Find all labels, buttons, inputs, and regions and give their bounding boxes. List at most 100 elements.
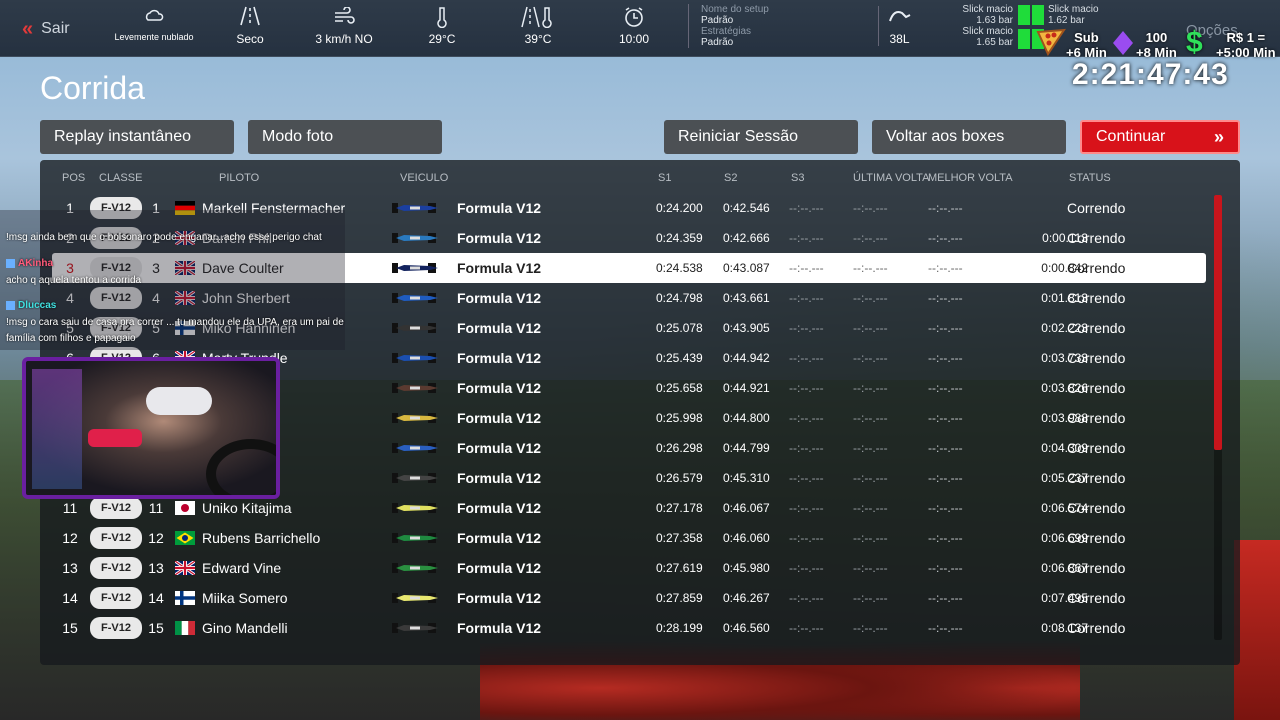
cloud-icon	[108, 6, 200, 32]
best-lap-time: --:--.---	[928, 351, 963, 365]
continue-button[interactable]: Continuar »	[1080, 120, 1240, 154]
header-driver[interactable]: PILOTO	[219, 172, 259, 184]
chat-badge-icon	[6, 300, 15, 310]
formula-car-icon	[392, 203, 438, 213]
driver-status: Correndo	[1067, 380, 1126, 396]
vehicle-name: Formula V12	[457, 470, 542, 486]
track-temperature-icon	[508, 6, 568, 32]
sector1-time: 0:27.358	[656, 531, 703, 545]
sector1-time: 0:28.199	[656, 621, 703, 635]
scrollbar-thumb[interactable]	[1214, 195, 1222, 450]
header-pos[interactable]: POS	[62, 172, 85, 184]
last-lap-time: --:--.---	[853, 291, 888, 305]
position: 14	[62, 590, 78, 606]
sector2-time: 0:44.921	[723, 381, 770, 395]
best-lap-time: --:--.---	[928, 321, 963, 335]
wind-info: 3 km/h NO	[306, 6, 382, 46]
driver-status: Correndo	[1067, 560, 1126, 576]
setup-info[interactable]: Nome do setup Padrão Estratégias Padrão	[688, 4, 769, 48]
tyre-rl-indicator	[1018, 29, 1030, 49]
driver-status: Correndo	[1067, 590, 1126, 606]
formula-car-icon	[392, 323, 438, 333]
header-class[interactable]: CLASSE	[99, 172, 142, 184]
driver-status: Correndo	[1067, 350, 1126, 366]
driver-status: Correndo	[1067, 470, 1126, 486]
best-lap-time: --:--.---	[928, 561, 963, 575]
header-last-lap[interactable]: ÚLTIMA VOLTA	[853, 172, 929, 184]
sector3-time: --:--.---	[789, 531, 824, 545]
class-badge: F-V12	[90, 587, 142, 609]
sub-goal-label: Sub	[1074, 30, 1099, 45]
header-status[interactable]: STATUS	[1069, 172, 1111, 184]
chat-badge-icon	[6, 258, 15, 268]
last-lap-time: --:--.---	[853, 621, 888, 635]
last-lap-time: --:--.---	[853, 411, 888, 425]
sector3-time: --:--.---	[789, 501, 824, 515]
sector2-time: 0:46.267	[723, 591, 770, 605]
chat-message: !msg ainda bem que o bolsonaro pode enga…	[6, 232, 322, 243]
session-time-value: 10:00	[618, 32, 650, 46]
last-lap-time: --:--.---	[853, 231, 888, 245]
formula-car-icon	[392, 293, 438, 303]
table-row[interactable]: 12 F-V12 12 Rubens Barrichello Formula V12 0:…	[52, 523, 1206, 553]
track-condition: Seco	[222, 6, 278, 46]
best-lap-time: --:--.---	[928, 411, 963, 425]
header-s2[interactable]: S2	[724, 172, 737, 184]
chat-text: acho q aquela tentou a corrida	[6, 275, 142, 286]
driver-status: Correndo	[1067, 200, 1126, 216]
table-row[interactable]: 15 F-V12 15 Gino Mandelli Formula V12 0:28.19…	[52, 613, 1206, 643]
best-lap-time: --:--.---	[928, 201, 963, 215]
header-vehicle[interactable]: VEICULO	[400, 172, 448, 184]
sector1-time: 0:24.538	[656, 261, 703, 275]
exit-button[interactable]: « Sair	[22, 19, 70, 39]
sector2-time: 0:45.310	[723, 471, 770, 485]
header-s3[interactable]: S3	[791, 172, 804, 184]
formula-car-icon	[392, 233, 438, 243]
instant-replay-button[interactable]: Replay instantâneo	[40, 120, 234, 154]
header-s1[interactable]: S1	[658, 172, 671, 184]
fuel-value: 38L	[889, 32, 910, 46]
formula-car-icon	[392, 533, 438, 543]
strategy-label: Estratégias	[701, 26, 752, 37]
sector1-time: 0:24.359	[656, 231, 703, 245]
bits-goal: 100 +8 Min	[1136, 30, 1177, 60]
sector1-time: 0:24.200	[656, 201, 703, 215]
last-lap-time: --:--.---	[853, 561, 888, 575]
chat-user: Dluccas	[18, 300, 57, 311]
tyre-fr-compound: Slick macio	[1048, 4, 1099, 15]
class-badge: F-V12	[90, 617, 142, 639]
brazil-flag-icon	[175, 531, 195, 545]
car-number: 14	[148, 590, 164, 606]
sector1-time: 0:25.658	[656, 381, 703, 395]
restart-session-button[interactable]: Reiniciar Sessão	[664, 120, 858, 154]
formula-car-icon	[392, 353, 438, 363]
formula-car-icon	[392, 593, 438, 603]
car-number: 11	[148, 500, 164, 516]
driver-status: Correndo	[1067, 230, 1126, 246]
alarm-clock-icon	[606, 6, 662, 32]
sector3-time: --:--.---	[789, 321, 824, 335]
return-to-pits-button[interactable]: Voltar aos boxes	[872, 120, 1066, 154]
sector3-time: --:--.---	[789, 441, 824, 455]
last-lap-time: --:--.---	[853, 261, 888, 275]
weather-condition: Levemente nublado	[108, 6, 200, 42]
table-row[interactable]: 13 F-V12 13 Edward Vine Formula V12 0:27.619 0…	[52, 553, 1206, 583]
best-lap-time: --:--.---	[928, 471, 963, 485]
sector3-time: --:--.---	[789, 591, 824, 605]
position: 15	[62, 620, 78, 636]
last-lap-time: --:--.---	[853, 381, 888, 395]
last-lap-time: --:--.---	[853, 321, 888, 335]
chat-text: !msg o cara saiu de casa pra correr ... …	[6, 317, 344, 328]
header-best-lap[interactable]: MELHOR VOLTA	[928, 172, 1013, 184]
track-condition-value: Seco	[236, 32, 264, 46]
driver-name: Uniko Kitajima	[202, 500, 292, 516]
donation-goal-label: R$ 1 =	[1226, 30, 1266, 45]
photo-mode-button[interactable]: Modo foto	[248, 120, 442, 154]
formula-car-icon	[392, 263, 438, 273]
sector1-time: 0:26.298	[656, 441, 703, 455]
table-row[interactable]: 14 F-V12 14 Miika Somero Formula V12 0:27.859…	[52, 583, 1206, 613]
formula-car-icon	[392, 443, 438, 453]
sector2-time: 0:46.067	[723, 501, 770, 515]
driver-status: Correndo	[1067, 320, 1126, 336]
italy-flag-icon	[175, 621, 195, 635]
